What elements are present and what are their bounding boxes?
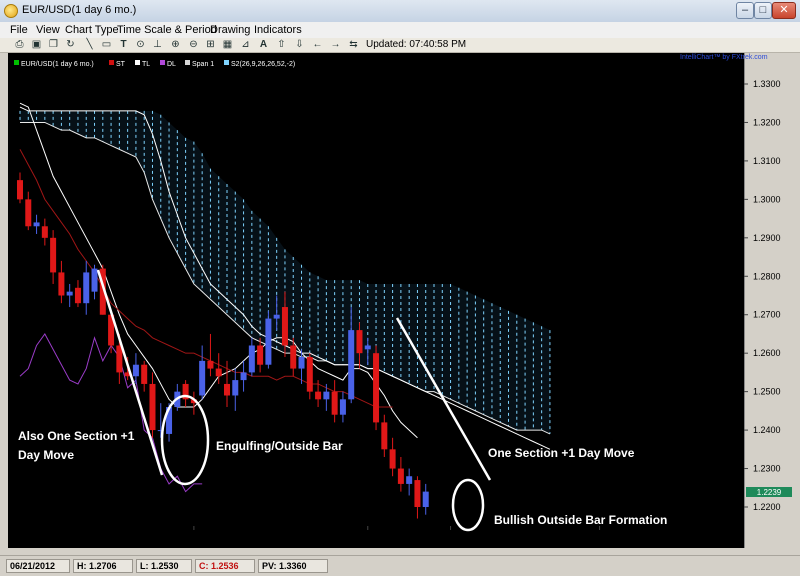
current-price-label: 1.2239 xyxy=(757,488,782,497)
candle-body xyxy=(50,237,57,273)
legend-swatch xyxy=(185,60,190,65)
candle-body xyxy=(406,476,413,484)
price-tick-label: 1.3000 xyxy=(753,194,781,204)
candle-body xyxy=(339,399,346,415)
legend-swatch xyxy=(135,60,140,65)
legend-swatch xyxy=(160,60,165,65)
legend-item: ST xyxy=(116,61,126,68)
candle-body xyxy=(224,383,230,396)
legend-item: Span 1 xyxy=(192,61,214,68)
chikou-line xyxy=(19,333,203,493)
legend-item: EUR/USD(1 day 6 mo.) xyxy=(21,61,94,68)
price-tick-label: 1.2500 xyxy=(753,387,781,397)
candle-body xyxy=(290,345,297,369)
annotation-right: One Section +1 Day Move xyxy=(488,446,635,460)
bullish-circle xyxy=(451,478,485,532)
price-tick-label: 1.2700 xyxy=(753,310,781,320)
candle-body xyxy=(116,345,123,373)
price-tick-label: 1.3200 xyxy=(753,117,781,127)
status-close: C: 1.2536 xyxy=(195,559,255,573)
candle-body xyxy=(240,372,247,381)
branding-text[interactable]: IntelliChart™ by FXtrek.com xyxy=(680,54,768,61)
candle-body xyxy=(91,268,98,292)
current-price-tag: 1.2239 xyxy=(746,487,792,497)
candle-body xyxy=(265,318,272,365)
time-tick-label: 07/15 xyxy=(439,533,462,543)
annotation-left: Also One Section +1 Day Move xyxy=(18,429,138,462)
price-tick-label: 1.2600 xyxy=(753,348,781,358)
candle-body xyxy=(422,491,429,507)
price-tick-label: 1.3100 xyxy=(753,156,781,166)
candle-body xyxy=(83,272,90,304)
price-axis: 1.3300 1.3200 1.3100 1.3000 1.2900 1.2800 1.27… xyxy=(744,79,781,512)
price-tick-label: 1.2300 xyxy=(753,464,781,474)
candle-body xyxy=(414,480,421,507)
candle-body xyxy=(298,357,305,369)
candle-body xyxy=(248,345,255,373)
candle-body xyxy=(33,222,40,227)
candle-body xyxy=(323,391,330,400)
price-tick-label: 1.2800 xyxy=(753,271,781,281)
candle-body xyxy=(348,330,355,400)
candle-body xyxy=(74,287,81,304)
status-date: 06/21/2012 xyxy=(6,559,70,573)
price-tick-label: 1.2900 xyxy=(753,233,781,243)
candle-body xyxy=(207,360,214,369)
candle-body xyxy=(17,180,23,200)
candle-body xyxy=(232,380,239,396)
status-high: H: 1.2706 xyxy=(73,559,133,573)
legend-swatch xyxy=(14,60,19,65)
time-axis: 06/01 07/02 07/15 08/01 xyxy=(183,526,611,543)
candle-body xyxy=(373,353,380,423)
candle-body xyxy=(356,330,363,354)
time-tick-label: 08/01 xyxy=(588,533,611,543)
price-tick-label: 1.2400 xyxy=(753,425,781,435)
candle-body xyxy=(331,391,338,415)
legend-swatch xyxy=(109,60,114,65)
candle-body xyxy=(41,226,48,238)
price-tick-label: 1.3300 xyxy=(753,79,781,89)
candle-body xyxy=(141,364,148,384)
price-tick-label: 1.2200 xyxy=(753,502,781,512)
candle-body xyxy=(215,368,222,377)
candle-body xyxy=(273,314,280,319)
legend-item: DL xyxy=(167,61,176,68)
candle-body xyxy=(66,291,73,296)
legend: EUR/USD(1 day 6 mo.) ST TL DL Span 1 S2(… xyxy=(14,60,295,68)
candle-body xyxy=(149,383,156,431)
candle-body xyxy=(364,345,371,350)
candle-body xyxy=(132,364,139,377)
status-low: L: 1.2530 xyxy=(136,559,192,573)
candle-body xyxy=(58,272,65,296)
annotation-bullish: Bullish Outside Bar Formation xyxy=(494,513,667,527)
annotation-engulfing: Engulfing/Outside Bar xyxy=(216,439,343,453)
candle-body xyxy=(281,307,288,346)
candle-body xyxy=(397,468,404,484)
candle-body xyxy=(315,391,322,400)
candle-body xyxy=(389,449,396,469)
candle-body xyxy=(199,360,206,396)
time-tick-label: 07/02 xyxy=(356,533,379,543)
status-pv: PV: 1.3360 xyxy=(258,559,328,573)
candle-body xyxy=(306,357,313,392)
candle-body xyxy=(25,199,32,227)
legend-item: TL xyxy=(142,61,150,68)
legend-swatch xyxy=(224,60,229,65)
candle-body xyxy=(381,422,388,450)
candle-body xyxy=(257,345,264,365)
legend-item: S2(26,9,26,26,52,-2) xyxy=(231,61,295,68)
ichimoku-chart[interactable]: 1.3300 1.3200 1.3100 1.3000 1.2900 1.2800 1.27… xyxy=(0,0,800,575)
time-tick-label: 06/01 xyxy=(183,533,206,543)
status-bar: 06/21/2012 H: 1.2706 L: 1.2530 C: 1.2536… xyxy=(0,555,800,576)
